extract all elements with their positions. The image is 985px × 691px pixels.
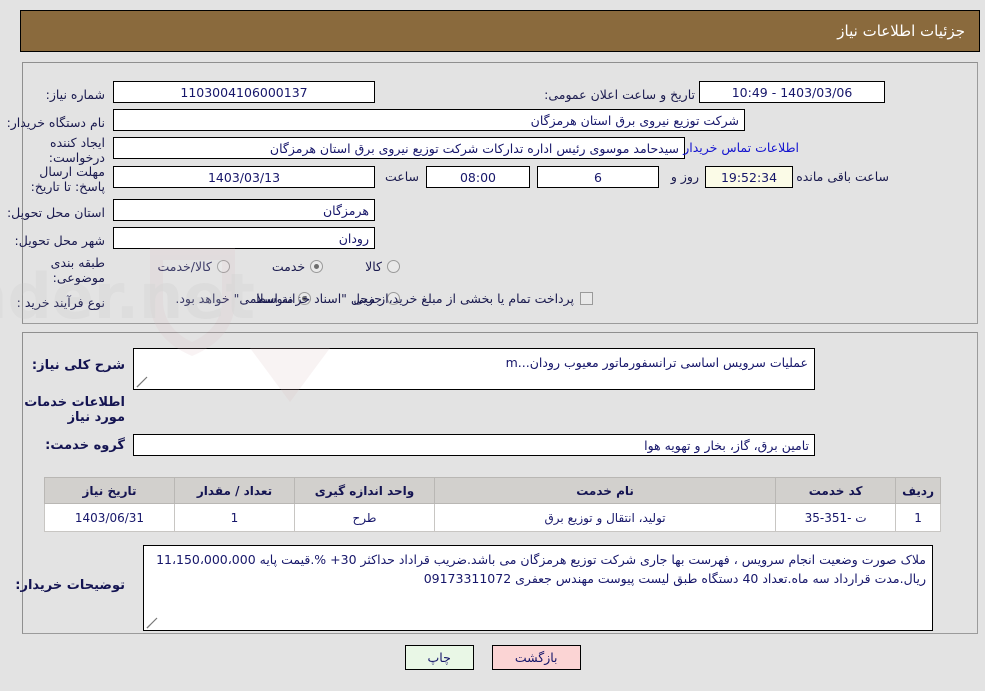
buyer-org-label: نام دستگاه خریدار: xyxy=(6,114,105,130)
radio-classification-1-label: خدمت xyxy=(271,259,306,274)
th-row-no: ردیف xyxy=(895,477,941,504)
process-type-label: نوع فرآیند خرید : xyxy=(16,294,105,310)
general-need-label: شرح کلی نیاز: xyxy=(31,358,125,373)
treasury-checkbox-row[interactable]: پرداخت تمام یا بخشی از مبلغ خرید،از محل … xyxy=(175,291,593,306)
buyer-contact-link[interactable]: اطلاعات تماس خریدار xyxy=(683,140,799,155)
requester-label: ایجاد کننده درخواست: xyxy=(48,135,105,165)
classification-radio-group[interactable]: کالا خدمت کالا/خدمت xyxy=(147,259,400,274)
radio-indicator[interactable] xyxy=(310,260,324,273)
province-input[interactable]: هرمزگان xyxy=(113,199,375,221)
radio-classification-1[interactable]: خدمت xyxy=(271,259,324,274)
cell-unit: طرح xyxy=(294,503,435,532)
back-button[interactable]: بازگشت xyxy=(491,645,581,670)
days-label: روز و xyxy=(670,169,699,184)
th-need-date: تاریخ نیاز xyxy=(44,477,175,504)
requester-input[interactable]: سیدحامد موسوی رئیس اداره تدارکات شرکت تو… xyxy=(113,137,685,159)
service-group-input[interactable]: تامین برق، گاز، بخار و تهویه هوا xyxy=(133,434,815,456)
province-label-wrap: استان محل تحویل: xyxy=(7,200,105,224)
need-number-label: شماره نیاز: xyxy=(45,86,105,102)
general-need-value: عملیات سرویس اساسی ترانسفورماتور معیوب ر… xyxy=(505,355,808,370)
page-title: جزئیات اطلاعات نیاز xyxy=(837,22,965,40)
announce-datetime-input[interactable]: 1403/03/06 - 10:49 xyxy=(699,81,885,103)
countdown-timer: 19:52:34 xyxy=(705,166,793,188)
province-label: استان محل تحویل: xyxy=(6,204,105,220)
th-service-name: نام خدمت xyxy=(433,477,777,504)
cell-need-date: 1403/06/31 xyxy=(44,503,175,532)
treasury-checkbox-label: پرداخت تمام یا بخشی از مبلغ خرید،از محل … xyxy=(175,291,574,306)
remaining-label: ساعت باقی مانده xyxy=(796,169,889,184)
services-section-title: اطلاعات خدمات مورد نیاز xyxy=(24,395,125,425)
city-input[interactable]: رودان xyxy=(113,227,375,249)
resize-grip-icon xyxy=(146,617,158,629)
services-table: ردیف کد خدمت نام خدمت واحد اندازه گیری ت… xyxy=(44,477,941,532)
remaining-days-input[interactable]: 6 xyxy=(537,166,659,188)
radio-classification-2-label: کالا/خدمت xyxy=(157,259,212,274)
table-header-row: ردیف کد خدمت نام خدمت واحد اندازه گیری ت… xyxy=(44,477,941,504)
classification-label-wrap: طبقه بندی موضوعی: xyxy=(0,255,105,285)
radio-classification-0[interactable]: کالا xyxy=(365,259,400,274)
process-label-wrap: نوع فرآیند خرید : xyxy=(17,290,105,314)
th-quantity: تعداد / مقدار xyxy=(174,477,295,504)
page-header: جزئیات اطلاعات نیاز xyxy=(20,10,980,52)
deadline-time-input[interactable]: 08:00 xyxy=(426,166,530,188)
radio-indicator[interactable] xyxy=(216,260,230,273)
radio-indicator[interactable] xyxy=(387,260,400,273)
announce-datetime-label-wrap: تاریخ و ساعت اعلان عمومی: xyxy=(544,82,695,106)
buyer-org-label-wrap: نام دستگاه خریدار: xyxy=(7,110,105,134)
th-unit: واحد اندازه گیری xyxy=(294,477,435,504)
cell-service-name: تولید، انتقال و توزیع برق xyxy=(433,503,777,532)
general-need-textarea[interactable]: عملیات سرویس اساسی ترانسفورماتور معیوب ر… xyxy=(133,348,815,390)
deadline-label: مهلت ارسال پاسخ: تا تاریخ: xyxy=(30,164,105,194)
city-label: شهر محل تحویل: xyxy=(14,232,105,248)
treasury-checkbox[interactable] xyxy=(580,292,593,305)
radio-classification-0-label: کالا xyxy=(365,259,382,274)
cell-row-no: 1 xyxy=(895,503,941,532)
radio-classification-2[interactable]: کالا/خدمت xyxy=(157,259,230,274)
hour-label: ساعت xyxy=(384,169,419,184)
city-label-wrap: شهر محل تحویل: xyxy=(15,228,105,252)
print-button[interactable]: چاپ xyxy=(404,645,474,670)
resize-grip-icon xyxy=(136,376,148,388)
buyer-notes-label: توضیحات خریدار: xyxy=(15,578,125,593)
service-group-label: گروه خدمت: xyxy=(45,438,125,453)
action-button-bar: بازگشت چاپ xyxy=(0,645,985,670)
buyer-notes-textarea[interactable]: ملاک صورت وضعیت انجام سرویس ، فهرست بها … xyxy=(143,545,933,631)
th-service-code: کد خدمت xyxy=(775,477,897,504)
buyer-org-input[interactable]: شرکت توزیع نیروی برق استان هرمزگان xyxy=(113,109,745,131)
announce-datetime-label: تاریخ و ساعت اعلان عمومی: xyxy=(544,86,695,102)
field-need-number-label-wrap: شماره نیاز: xyxy=(46,82,105,106)
buyer-notes-value: ملاک صورت وضعیت انجام سرویس ، فهرست بها … xyxy=(156,552,926,586)
table-row[interactable]: 1 ت -351-35 تولید، انتقال و توزیع برق طر… xyxy=(44,503,941,532)
need-number-input[interactable]: 1103004106000137 xyxy=(113,81,375,103)
deadline-date-input[interactable]: 1403/03/13 xyxy=(113,166,375,188)
cell-quantity: 1 xyxy=(174,503,295,532)
cell-service-code: ت -351-35 xyxy=(775,503,897,532)
page-root: جزئیات اطلاعات نیاز شماره نیاز: 11030041… xyxy=(0,0,985,691)
requester-label-wrap: ایجاد کننده درخواست: xyxy=(0,135,105,165)
classification-label: طبقه بندی موضوعی: xyxy=(50,255,105,285)
